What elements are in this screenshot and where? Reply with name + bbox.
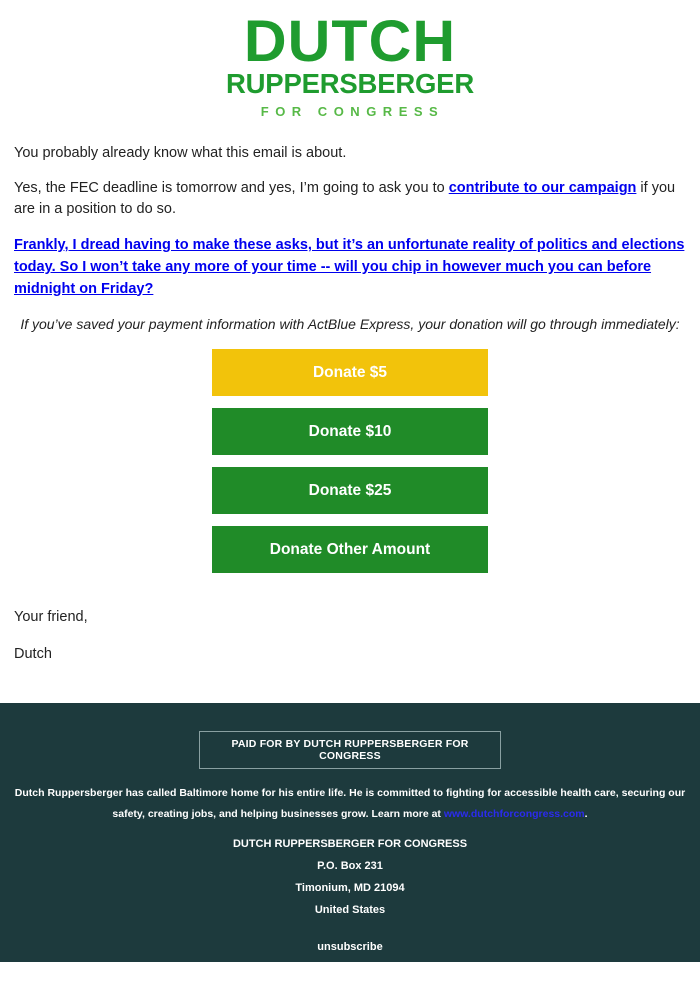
logo-line-ruppersberger: RUPPERSBERGER — [225, 68, 474, 100]
footer-blurb-text-after: . — [584, 807, 588, 820]
email-header: DUTCH RUPPERSBERGER FOR CONGRESS — [0, 0, 700, 129]
contribute-link[interactable]: contribute to our campaign — [449, 180, 637, 196]
donate-row-3: Donate $25 — [0, 466, 700, 514]
signature-closing: Your friend, — [14, 608, 88, 625]
email-footer: PAID FOR BY DUTCH RUPPERSBERGER FOR CONG… — [0, 702, 700, 962]
donate-5-button[interactable]: Donate $5 — [212, 348, 488, 396]
donate-button-group: Donate $5 Donate $10 Donate $25 Donate O… — [0, 348, 700, 595]
email-signature: Your friend, Dutch — [0, 595, 700, 665]
footer-address-line-1: DUTCH RUPPERSBERGER FOR CONGRESS — [232, 837, 468, 850]
footer-address-block: DUTCH RUPPERSBERGER FOR CONGRESS P.O. Bo… — [0, 825, 700, 921]
donate-row-4: Donate Other Amount — [0, 525, 700, 573]
footer-address-line-3: Timonium, MD 21094 — [295, 881, 405, 894]
footer-address-line-2: P.O. Box 231 — [317, 859, 383, 872]
chip-in-link[interactable]: Frankly, I dread having to make these as… — [14, 237, 684, 297]
signature-name: Dutch — [14, 645, 52, 662]
donate-row-2: Donate $10 — [0, 407, 700, 455]
donate-10-button[interactable]: Donate $10 — [212, 407, 488, 455]
paid-for-disclaimer: PAID FOR BY DUTCH RUPPERSBERGER FOR CONG… — [199, 730, 501, 769]
donate-row-1: Donate $5 — [0, 348, 700, 396]
campaign-logo: DUTCH RUPPERSBERGER FOR CONGRESS — [225, 9, 474, 119]
footer-spacer — [0, 681, 700, 703]
donate-25-button[interactable]: Donate $25 — [212, 466, 488, 514]
footer-blurb: Dutch Ruppersberger has called Baltimore… — [0, 769, 700, 825]
logo-line-dutch: DUTCH — [243, 9, 457, 74]
unsubscribe-wrap: unsubscribe — [0, 921, 700, 955]
logo-line-for-congress: FOR CONGRESS — [260, 103, 445, 119]
body-paragraph-1: You probably already know what this emai… — [14, 144, 347, 161]
donate-other-amount-button[interactable]: Donate Other Amount — [212, 525, 488, 573]
footer-address-line-4: United States — [314, 903, 386, 916]
body-paragraph-2-text-before: Yes, the FEC deadline is tomorrow and ye… — [14, 179, 449, 196]
body-paragraph-2: Yes, the FEC deadline is tomorrow and ye… — [14, 178, 686, 220]
unsubscribe-link[interactable]: unsubscribe — [317, 941, 382, 953]
email-body: You probably already know what this emai… — [0, 129, 700, 335]
actblue-express-note: If you’ve saved your payment information… — [20, 316, 680, 333]
body-paragraph-3: Frankly, I dread having to make these as… — [14, 235, 686, 300]
email-container: DUTCH RUPPERSBERGER FOR CONGRESS You pro… — [0, 0, 700, 962]
campaign-website-link[interactable]: www.dutchforcongress.com — [444, 808, 585, 820]
